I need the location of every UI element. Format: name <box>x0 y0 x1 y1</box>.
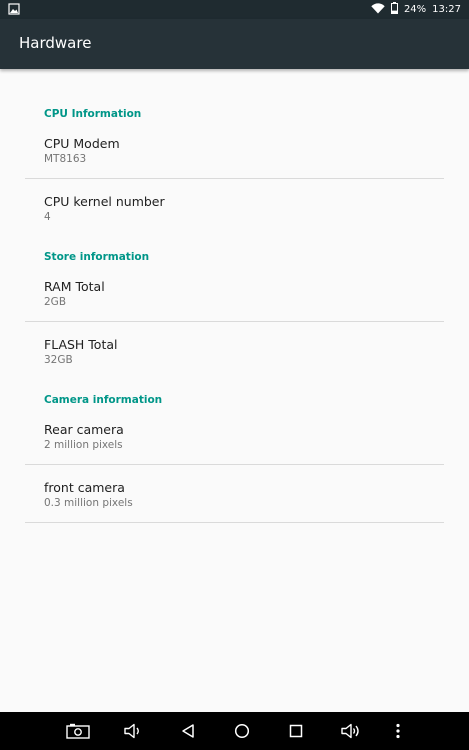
page-title: Hardware <box>19 34 92 52</box>
battery-percent: 24% <box>403 4 427 15</box>
list-item-value: 2GB <box>44 296 67 308</box>
list-item-value: 0.3 million pixels <box>44 497 133 509</box>
divider <box>25 178 444 179</box>
list-item-title: CPU kernel number <box>44 194 165 209</box>
list-item-title: Rear camera <box>44 422 124 437</box>
list-item-front-camera[interactable]: front camera 0.3 million pixels <box>25 473 444 522</box>
list-item-ram-total[interactable]: RAM Total 2GB <box>25 272 444 321</box>
list-item-title: RAM Total <box>44 279 105 294</box>
hardware-info-list: CPU Information CPU Modem MT8163 CPU ker… <box>0 69 469 712</box>
list-item-title: front camera <box>44 480 125 495</box>
list-item-rear-camera[interactable]: Rear camera 2 million pixels <box>25 415 444 464</box>
divider <box>25 522 444 523</box>
wifi-icon <box>371 2 385 17</box>
section-title-cpu: CPU Information <box>44 108 142 120</box>
list-item-flash-total[interactable]: FLASH Total 32GB <box>25 330 444 379</box>
list-item-value: 32GB <box>44 354 73 366</box>
status-bar: 24% 13:27 <box>0 0 469 19</box>
more-vert-icon[interactable] <box>386 720 410 742</box>
list-item-title: CPU Modem <box>44 136 120 151</box>
screenshot-icon[interactable] <box>65 720 91 742</box>
back-icon[interactable] <box>176 720 200 742</box>
list-item-value: 4 <box>44 211 51 223</box>
app-bar: Hardware <box>0 19 469 69</box>
section-title-camera: Camera information <box>44 394 163 406</box>
list-item-title: FLASH Total <box>44 337 118 352</box>
battery-icon <box>390 2 398 17</box>
home-icon[interactable] <box>230 720 254 742</box>
divider <box>25 464 444 465</box>
volume-up-icon[interactable] <box>339 720 363 742</box>
recents-icon[interactable] <box>284 720 308 742</box>
list-item-value: MT8163 <box>44 153 87 165</box>
gallery-notification-icon <box>8 3 20 15</box>
divider <box>25 321 444 322</box>
list-item-cpu-modem[interactable]: CPU Modem MT8163 <box>25 129 444 178</box>
section-title-store: Store information <box>44 251 150 263</box>
list-item-value: 2 million pixels <box>44 439 123 451</box>
volume-down-icon[interactable] <box>121 720 145 742</box>
status-icons: 24% 13:27 <box>371 0 461 19</box>
list-item-cpu-kernel-number[interactable]: CPU kernel number 4 <box>25 187 444 236</box>
navigation-bar <box>0 712 469 750</box>
clock: 13:27 <box>432 4 461 15</box>
